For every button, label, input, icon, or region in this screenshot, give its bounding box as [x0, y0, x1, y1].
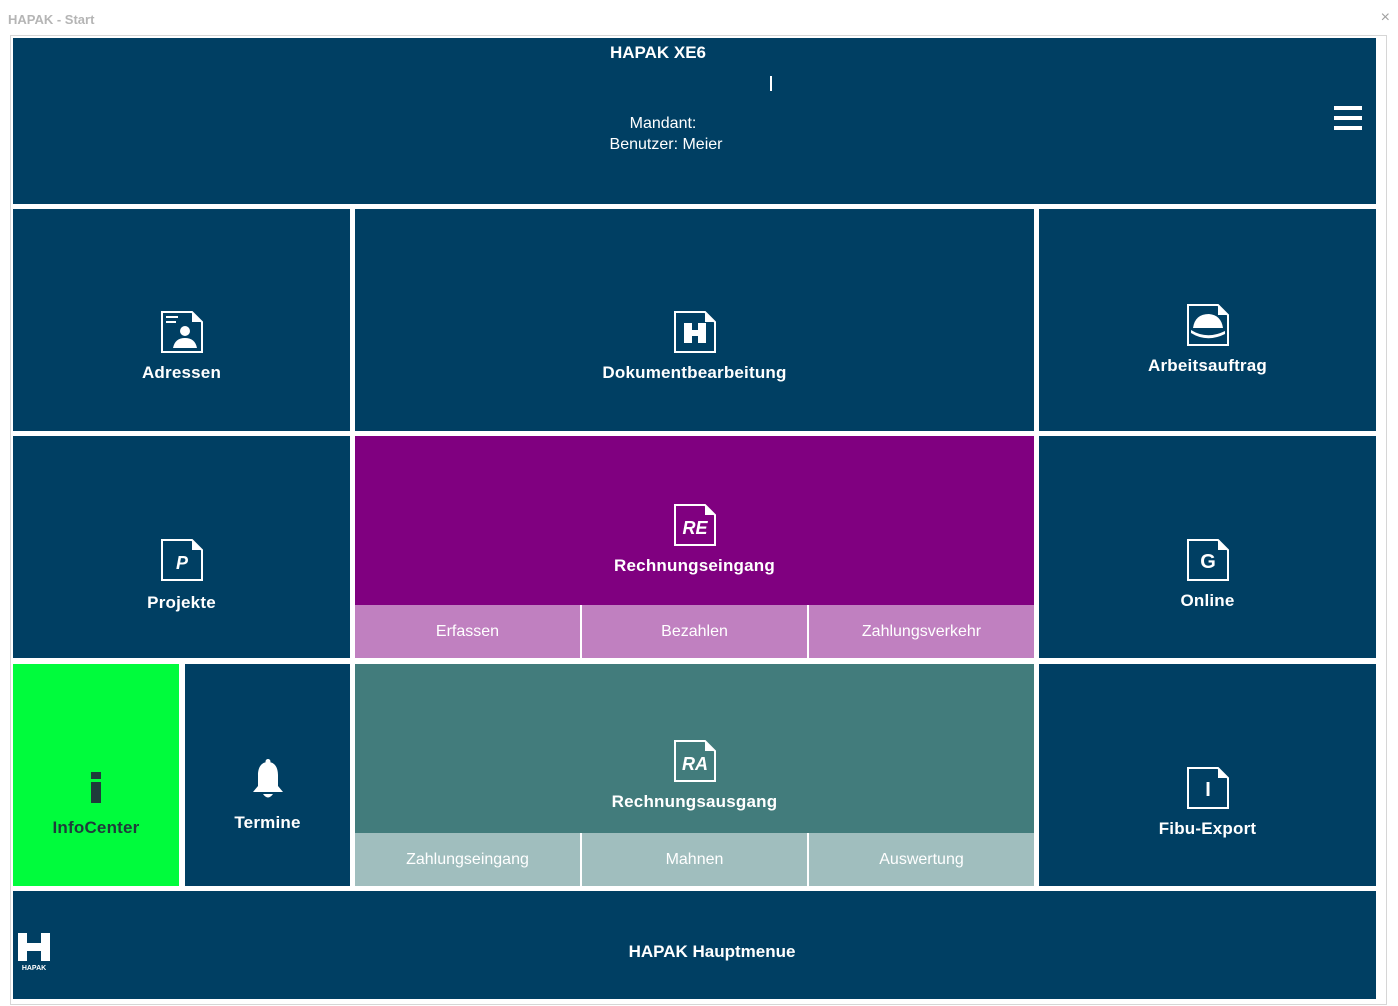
- tile-projekte-label: Projekte: [147, 593, 216, 612]
- header-panel: HAPAK XE6 Mandant: Benutzer: Meier: [13, 38, 1376, 204]
- bell-icon: [252, 759, 283, 798]
- app-title: HAPAK XE6: [609, 43, 707, 62]
- tile-adressen[interactable]: Adressen: [13, 209, 350, 431]
- zahlungsverkehr-button[interactable]: Zahlungsverkehr: [809, 605, 1034, 658]
- svg-text:HAPAK: HAPAK: [22, 965, 46, 972]
- outgoing-invoice-icon: RA: [673, 740, 716, 782]
- incoming-invoice-icon: RE: [673, 504, 716, 546]
- tile-infocenter[interactable]: InfoCenter: [13, 664, 179, 886]
- close-icon[interactable]: ×: [1381, 10, 1390, 26]
- rechnungsausgang-actions: Zahlungseingang Mahnen Auswertung: [355, 833, 1034, 886]
- bezahlen-button[interactable]: Bezahlen: [582, 605, 807, 658]
- hapak-document-icon: [673, 311, 716, 353]
- tile-infocenter-label: InfoCenter: [52, 818, 140, 837]
- tile-arbeitsauftrag[interactable]: Arbeitsauftrag: [1039, 209, 1376, 431]
- window-titlebar: HAPAK - Start ×: [0, 0, 1398, 36]
- svg-text:RA: RA: [682, 754, 708, 774]
- text-cursor: [770, 76, 772, 91]
- tile-online-label: Online: [1180, 591, 1235, 610]
- svg-text:G: G: [1200, 551, 1216, 573]
- project-document-icon: P: [160, 539, 203, 581]
- info-icon: [91, 772, 101, 803]
- export-document-icon: I: [1186, 767, 1229, 809]
- mahnen-button[interactable]: Mahnen: [582, 833, 807, 886]
- tile-termine-label: Termine: [234, 813, 301, 832]
- tile-fibu-export[interactable]: I Fibu-Export: [1039, 664, 1376, 886]
- erfassen-button[interactable]: Erfassen: [355, 605, 580, 658]
- tile-rechnungsausgang-label: Rechnungsausgang: [611, 792, 778, 811]
- tile-projekte[interactable]: P Projekte: [13, 436, 350, 658]
- benutzer-label: Benutzer: Meier: [609, 136, 723, 153]
- tile-fibu-export-label: Fibu-Export: [1158, 819, 1257, 838]
- window-title: HAPAK - Start: [8, 12, 95, 27]
- footer-title: HAPAK Hauptmenue: [628, 942, 796, 961]
- hamburger-menu-icon[interactable]: [1334, 106, 1362, 134]
- zahlungseingang-button[interactable]: Zahlungseingang: [355, 833, 580, 886]
- mandant-label: Mandant:: [629, 115, 697, 132]
- tile-termine[interactable]: Termine: [185, 664, 350, 886]
- online-document-icon: G: [1186, 539, 1229, 581]
- svg-text:I: I: [1205, 779, 1211, 801]
- svg-text:RE: RE: [682, 518, 708, 538]
- auswertung-button[interactable]: Auswertung: [809, 833, 1034, 886]
- tile-online[interactable]: G Online: [1039, 436, 1376, 658]
- hard-hat-icon: [1186, 304, 1229, 346]
- address-card-icon: [160, 311, 203, 353]
- svg-text:P: P: [175, 553, 188, 573]
- tile-rechnungseingang-label: Rechnungseingang: [614, 556, 775, 575]
- tile-dokumentbearbeitung[interactable]: Dokumentbearbeitung: [355, 209, 1034, 431]
- tile-arbeitsauftrag-label: Arbeitsauftrag: [1148, 356, 1267, 375]
- tile-adressen-label: Adressen: [141, 363, 222, 382]
- rechnungseingang-actions: Erfassen Bezahlen Zahlungsverkehr: [355, 605, 1034, 658]
- footer-panel[interactable]: HAPAK HAPAK Hauptmenue: [13, 891, 1376, 999]
- tile-dokumentbearbeitung-label: Dokumentbearbeitung: [602, 363, 787, 382]
